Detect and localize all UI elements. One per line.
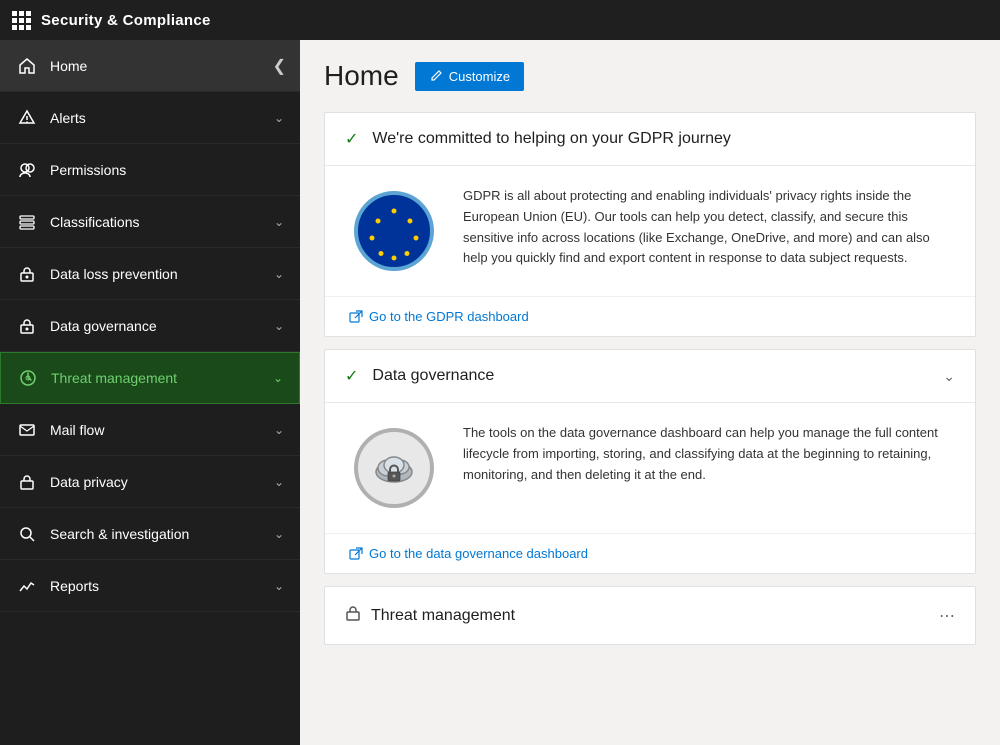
customize-label: Customize: [449, 69, 510, 84]
sidebar-search-label: Search & investigation: [50, 526, 274, 542]
page-title: Home: [324, 60, 399, 92]
data-governance-dashboard-link[interactable]: Go to the data governance dashboard: [325, 533, 975, 573]
gdpr-dashboard-link[interactable]: Go to the GDPR dashboard: [325, 296, 975, 336]
permissions-icon: [16, 159, 38, 181]
sidebar-item-mail-flow[interactable]: Mail flow ⌄: [0, 404, 300, 456]
data-gov-link-icon: [349, 547, 363, 561]
sidebar-item-reports[interactable]: Reports ⌄: [0, 560, 300, 612]
reports-icon: [16, 575, 38, 597]
cloud-icon-area: [349, 423, 439, 513]
sidebar-item-alerts[interactable]: Alerts ⌄: [0, 92, 300, 144]
gdpr-card-title: We're committed to helping on your GDPR …: [372, 130, 955, 148]
gdpr-card-body: GDPR is all about protecting and enablin…: [325, 166, 975, 296]
sidebar-data-governance-label: Data governance: [50, 318, 274, 334]
main-layout: ❮ Home Alerts ⌄: [0, 40, 1000, 745]
sidebar-reports-label: Reports: [50, 578, 274, 594]
dlp-icon: [16, 263, 38, 285]
gdpr-card-text: GDPR is all about protecting and enablin…: [463, 186, 951, 269]
sidebar-item-home[interactable]: Home: [0, 40, 300, 92]
app-grid-icon[interactable]: [12, 11, 31, 30]
top-bar: Security & Compliance: [0, 0, 1000, 40]
sidebar-item-threat-management[interactable]: Threat management ⌄: [0, 352, 300, 404]
gdpr-link-label: Go to the GDPR dashboard: [369, 309, 529, 324]
search-icon: [16, 523, 38, 545]
data-privacy-icon: [16, 471, 38, 493]
mail-chevron-icon: ⌄: [274, 423, 284, 437]
mail-icon: [16, 419, 38, 441]
link-icon: [349, 310, 363, 324]
pencil-icon: [429, 69, 443, 83]
sidebar-dlp-label: Data loss prevention: [50, 266, 274, 282]
sidebar-item-permissions[interactable]: Permissions: [0, 144, 300, 196]
sidebar: ❮ Home Alerts ⌄: [0, 40, 300, 745]
sidebar-item-search-investigation[interactable]: Search & investigation ⌄: [0, 508, 300, 560]
page-header: Home Customize: [324, 60, 976, 92]
data-governance-card-title: Data governance: [372, 367, 933, 385]
data-governance-card-text: The tools on the data governance dashboa…: [463, 423, 951, 485]
reports-chevron-icon: ⌄: [274, 579, 284, 593]
data-governance-check-icon: ✓: [345, 366, 358, 386]
sidebar-item-data-privacy[interactable]: Data privacy ⌄: [0, 456, 300, 508]
eu-flag-icon: [354, 191, 434, 271]
threat-more-icon[interactable]: ⋯: [939, 606, 955, 626]
data-governance-body-text: The tools on the data governance dashboa…: [463, 423, 951, 485]
data-privacy-chevron-icon: ⌄: [274, 475, 284, 489]
data-governance-card-header[interactable]: ✓ Data governance ⌄: [325, 350, 975, 403]
gdpr-card: ✓ We're committed to helping on your GDP…: [324, 112, 976, 337]
data-governance-link-label: Go to the data governance dashboard: [369, 546, 588, 561]
sidebar-home-label: Home: [50, 58, 284, 74]
gdpr-check-icon: ✓: [345, 129, 358, 149]
sidebar-item-classifications[interactable]: Classifications ⌄: [0, 196, 300, 248]
gdpr-body-text: GDPR is all about protecting and enablin…: [463, 186, 951, 269]
sidebar-data-privacy-label: Data privacy: [50, 474, 274, 490]
data-governance-chevron-icon: ⌄: [274, 319, 284, 333]
dlp-chevron-icon: ⌄: [274, 267, 284, 281]
sidebar-item-data-governance[interactable]: Data governance ⌄: [0, 300, 300, 352]
classifications-icon: [16, 211, 38, 233]
gdpr-card-header[interactable]: ✓ We're committed to helping on your GDP…: [325, 113, 975, 166]
data-governance-expand-icon[interactable]: ⌄: [943, 368, 955, 385]
customize-button[interactable]: Customize: [415, 62, 524, 91]
threat-icon: [17, 367, 39, 389]
eu-flag-icon-area: [349, 186, 439, 276]
sidebar-mail-label: Mail flow: [50, 422, 274, 438]
data-governance-card: ✓ Data governance ⌄: [324, 349, 976, 574]
search-chevron-icon: ⌄: [274, 527, 284, 541]
threat-chevron-icon: ⌄: [273, 371, 283, 385]
sidebar-item-data-loss-prevention[interactable]: Data loss prevention ⌄: [0, 248, 300, 300]
threat-management-card: Threat management ⋯: [324, 586, 976, 645]
sidebar-alerts-label: Alerts: [50, 110, 274, 126]
content-area: Home Customize ✓ We're committed to help…: [300, 40, 1000, 745]
threat-lock-icon: [345, 605, 361, 626]
alert-icon: [16, 107, 38, 129]
sidebar-threat-label: Threat management: [51, 370, 273, 386]
sidebar-classifications-label: Classifications: [50, 214, 274, 230]
cloud-governance-icon: [354, 428, 434, 508]
sidebar-permissions-label: Permissions: [50, 162, 284, 178]
home-icon: [16, 55, 38, 77]
data-governance-icon: [16, 315, 38, 337]
threat-management-card-header[interactable]: Threat management ⋯: [325, 587, 975, 644]
classifications-chevron-icon: ⌄: [274, 215, 284, 229]
app-title: Security & Compliance: [41, 12, 211, 29]
threat-management-card-title: Threat management: [371, 607, 929, 625]
alerts-chevron-icon: ⌄: [274, 111, 284, 125]
data-governance-card-body: The tools on the data governance dashboa…: [325, 403, 975, 533]
sidebar-collapse-button[interactable]: ❮: [269, 52, 290, 80]
